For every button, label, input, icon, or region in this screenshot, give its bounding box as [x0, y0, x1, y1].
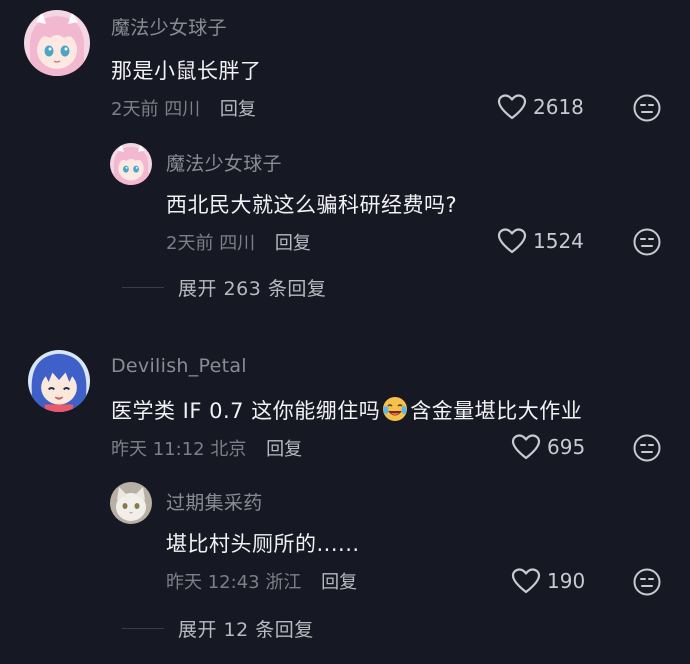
dislike-button[interactable] [633, 434, 661, 462]
expand-replies-button[interactable]: 展开 12 条回复 [122, 615, 314, 642]
comment-item: Devilish_Petal 医学类 IF 0.7 这你能绷住吗 含金量堪比大作业… [0, 0, 690, 664]
neutral-face-icon [633, 568, 661, 596]
comment-username[interactable]: Devilish_Petal [111, 355, 247, 377]
reply-location: 浙江 [265, 572, 302, 593]
comment-text: 医学类 IF 0.7 这你能绷住吗 含金量堪比大作业 [111, 395, 582, 427]
like-button[interactable]: 190 [511, 567, 585, 595]
reply-button[interactable]: 回复 [321, 572, 357, 593]
reply-username[interactable]: 过期集采药 [166, 488, 263, 515]
comment-text-before: 医学类 IF 0.7 这你能绷住吗 [111, 399, 381, 423]
comment-location: 北京 [210, 439, 247, 460]
reply-text: 堪比村头厕所的...... [166, 532, 360, 556]
comment-time: 昨天 11:12 [111, 439, 205, 460]
neutral-face-icon [633, 434, 661, 462]
dislike-button[interactable] [633, 568, 661, 596]
like-button[interactable]: 695 [511, 433, 585, 461]
comment-meta: 昨天 11:12 北京 回复 [111, 435, 302, 461]
reply-button[interactable]: 回复 [266, 439, 302, 460]
comment-text-after: 含金量堪比大作业 [410, 399, 583, 423]
avatar-white-cat-icon [110, 482, 152, 524]
expand-replies-label: 展开 12 条回复 [178, 619, 314, 641]
divider [122, 628, 164, 629]
heart-icon [511, 568, 541, 594]
reply-time: 昨天 12:43 [166, 572, 260, 593]
heart-icon [511, 434, 541, 460]
reply-meta: 昨天 12:43 浙江 回复 [166, 568, 357, 594]
crying-laughing-emoji-icon [382, 396, 408, 427]
avatar[interactable] [28, 350, 90, 412]
reply-avatar[interactable] [110, 482, 152, 524]
like-count: 695 [547, 435, 586, 459]
like-count: 190 [547, 569, 586, 593]
avatar-blue-girl-icon [28, 350, 90, 412]
